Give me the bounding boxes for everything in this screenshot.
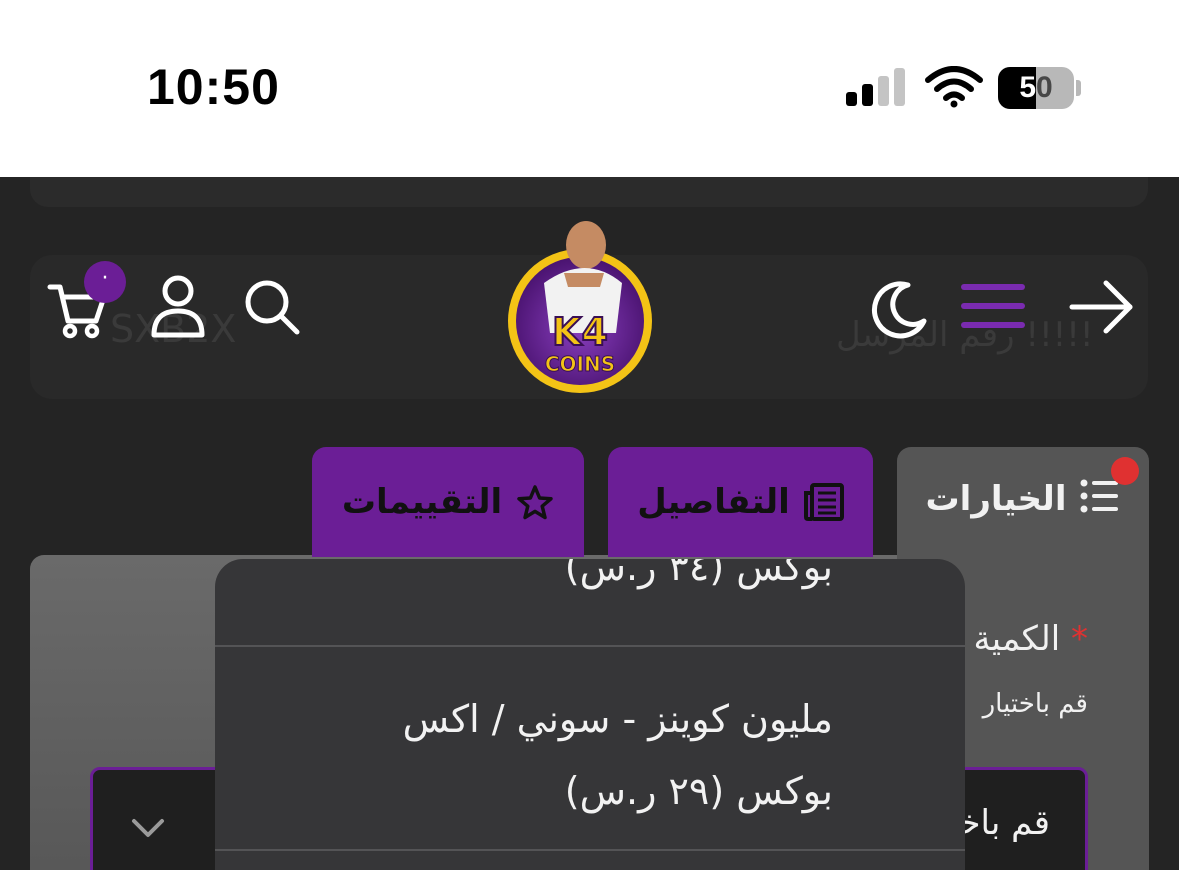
top-strip — [30, 177, 1148, 207]
notification-dot — [1111, 457, 1139, 485]
tab-details-label: التفاصيل — [637, 482, 790, 522]
tab-reviews-label: التقييمات — [341, 482, 503, 522]
option-line: بوكس (٣٤ ر.س) — [564, 559, 833, 589]
option-line: بوكس (٢٩ ر.س) — [564, 769, 833, 813]
option-line: مليون كوينز - سوني / اكس — [402, 697, 833, 741]
battery-icon: 50 — [998, 67, 1081, 109]
moon-icon[interactable] — [868, 279, 928, 339]
brand-logo[interactable]: K4 COINS — [504, 213, 656, 397]
tab-reviews[interactable]: التقييمات — [312, 447, 584, 557]
options-dropdown: بوكس (٣٤ ر.س) مليون كوينز - سوني / اكس ب… — [215, 559, 965, 870]
signal-icon — [846, 68, 906, 106]
divider — [215, 645, 965, 647]
user-icon[interactable] — [148, 273, 208, 339]
app-screen: SXB2X !!!!! رقم المرسل · K4 COINS الخيار… — [0, 177, 1179, 870]
wifi-icon — [925, 66, 983, 108]
status-bar: 10:50 50 — [0, 0, 1179, 177]
quantity-label-text: الكمية — [973, 619, 1061, 659]
document-icon — [803, 483, 844, 521]
list-icon — [1080, 479, 1119, 513]
search-icon[interactable] — [242, 277, 302, 337]
menu-icon[interactable] — [960, 281, 1026, 331]
battery-level: 50 — [1019, 71, 1053, 104]
chevron-down-icon[interactable] — [128, 813, 168, 841]
logo-text-top: K4 — [552, 310, 608, 354]
status-time: 10:50 — [147, 59, 280, 115]
required-mark: * — [1071, 619, 1088, 659]
dropdown-option[interactable]: مليون كوينز - سوني / اكس بوكس (٢٩ ر.س) — [215, 683, 965, 827]
star-icon — [517, 485, 553, 520]
logo-text-bottom: COINS — [545, 352, 615, 376]
cart-badge: · — [84, 261, 126, 303]
arrow-right-icon[interactable] — [1068, 277, 1136, 337]
dropdown-option[interactable]: بوكس (٣٤ ر.س) — [215, 559, 965, 603]
divider — [215, 849, 965, 851]
tab-options-label: الخيارات — [925, 479, 1067, 519]
tab-details[interactable]: التفاصيل — [608, 447, 873, 557]
